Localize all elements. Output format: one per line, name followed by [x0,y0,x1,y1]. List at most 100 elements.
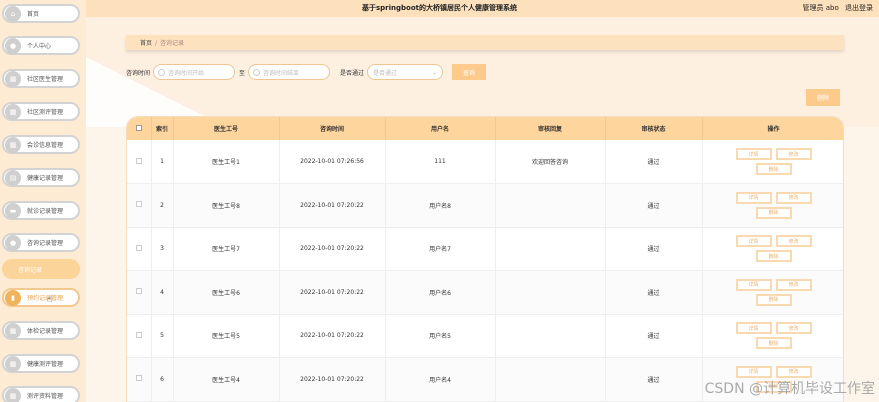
sidebar-item[interactable]: ▦ 体检记录管理 [2,321,80,340]
breadcrumb-current: 咨询记录 [160,40,185,47]
cell-status: 通过 [605,357,703,402]
mouse-cursor-icon: ☝ [47,295,53,305]
sidebar-item[interactable]: ▬ 就诊记录管理 [2,201,80,220]
sidebar-item[interactable]: ▦ 社区测评管理 [2,102,80,121]
cell-reply [495,314,606,358]
sidebar-item[interactable]: ● 个人中心 [2,36,80,55]
table-row: 1 医生工号1 2022-10-01 07:26:56 111 欢迎回答咨询 通过 详情 修改… [127,140,843,184]
row-checkbox[interactable] [127,227,152,271]
detail-button[interactable]: 详情 [735,365,772,378]
cell-actions: 详情 修改删除 [702,227,843,271]
user-group-icon: ● [5,234,21,251]
detail-button[interactable]: 详情 [735,322,772,335]
table-row: 3 医生工号7 2022-10-01 07:20:22 用户名7 通过 详情 修改 删除 [127,227,843,271]
delete-button[interactable]: 删除 [755,250,792,263]
detail-button[interactable]: 详情 [735,278,772,291]
row-checkbox[interactable] [127,270,152,315]
cell-reply: 欢迎回答咨询 [495,140,606,184]
sidebar-item[interactable]: ▮ 预约记录管理 [2,288,80,307]
user-icon: ● [5,37,21,54]
role-label: 管理员 abo [802,4,839,12]
edit-button[interactable]: 修改 [775,235,812,248]
breadcrumb-home[interactable]: 首页 [140,40,152,47]
delete-button[interactable]: 删除 [755,206,792,219]
start-time-placeholder: 咨询时间开始 [168,69,205,77]
sidebar-item-label: 体检记录管理 [27,328,64,335]
main-content: 首页 / 咨询记录 咨询时间 咨询时间开始 至 咨询时间结束 是否通过 是否通过 ⌄… [86,17,879,402]
sidebar-item[interactable]: ● 咨询记录管理 [2,233,80,252]
cell-time: 2022-10-01 07:20:22 [279,270,386,315]
cell-user: 用户名6 [385,270,496,315]
sidebar-item[interactable]: ⌂ 首页 [2,4,80,23]
records-table: 索引 医生工号 咨询时间 用户名 审核回复 审核状态 操作 1 医生工号1 2022… [126,116,844,402]
row-checkbox[interactable] [127,183,152,228]
cell-reply [495,183,606,228]
cell-user: 用户名5 [385,314,496,358]
end-time-input[interactable]: 咨询时间结束 [248,64,331,80]
breadcrumb: 首页 / 咨询记录 [126,35,844,50]
cell-time: 2022-10-01 07:20:22 [279,357,386,402]
cell-actions: 详情 修改删除 [702,314,843,358]
cell-index: 2 [151,183,174,228]
edit-button[interactable]: 修改 [775,191,812,204]
edit-button[interactable]: 修改 [775,148,812,160]
grid-icon: ▦ [5,387,21,402]
delete-button[interactable]: 删除 [755,293,792,306]
sidebar-item[interactable]: ▦ 会诊信息管理 [2,135,80,154]
column-header: 索引 [151,117,174,140]
cell-time: 2022-10-01 07:20:22 [279,227,386,271]
column-header: 审核回复 [495,117,606,140]
doctor-icon: ▦ [5,70,21,87]
cell-doctor: 医生工号1 [173,140,280,184]
sidebar-item-label: 预约记录管理 [27,295,64,302]
review-select[interactable]: 是否通过 ⌄ [367,64,444,80]
cell-doctor: 医生工号7 [173,227,280,271]
search-button[interactable]: 查询 [452,64,487,80]
cell-index: 3 [151,227,174,271]
cell-time: 2022-10-01 07:20:22 [279,183,386,228]
cell-status: 通过 [605,140,703,184]
row-checkbox[interactable] [127,357,152,402]
edit-button[interactable]: 修改 [775,322,812,335]
chevron-down-icon: ⌄ [432,68,438,76]
logout-link[interactable]: 退出登录 [845,4,873,12]
cell-reply [495,357,606,402]
select-all-checkbox[interactable] [127,117,152,140]
sidebar-item[interactable]: ▦ 社区医生管理 [2,69,80,88]
detail-button[interactable]: 详情 [735,235,772,248]
start-time-input[interactable]: 咨询时间开始 [153,64,236,80]
edit-button[interactable]: 修改 [775,365,812,378]
sidebar-item-label: 健康测评管理 [27,361,64,368]
sidebar-item-label: 社区医生管理 [27,76,64,83]
sidebar-item[interactable]: ▦ 测评资料管理 [2,386,80,402]
breadcrumb-separator: / [155,40,158,47]
sidebar-item[interactable]: ▦ 健康测评管理 [2,354,80,373]
cell-doctor: 医生工号6 [173,270,280,315]
cell-actions: 详情 修改删除 [702,140,843,184]
chat-icon: ▬ [5,202,21,219]
time-label: 咨询时间 [126,69,151,77]
cell-user: 111 [385,140,496,184]
row-checkbox[interactable] [127,314,152,358]
sidebar-item-label: 会诊信息管理 [27,142,64,149]
delete-button[interactable]: 删除 [755,337,792,350]
cell-user: 用户名4 [385,357,496,402]
sidebar-item-label: 个人中心 [27,43,52,50]
sidebar-subitem[interactable]: 咨询记录 [2,259,80,279]
edit-button[interactable]: 修改 [775,278,812,291]
app-title: 基于springboot的大桥镇居民个人健康管理系统 [362,4,517,12]
detail-button[interactable]: 详情 [735,148,772,160]
batch-delete-button[interactable]: 删除 [806,89,840,106]
row-checkbox[interactable] [127,140,152,184]
detail-button[interactable]: 详情 [735,191,772,204]
sidebar-item-label: 首页 [27,11,40,18]
top-bar: 基于springboot的大桥镇居民个人健康管理系统 管理员 abo 退出登录 [0,0,879,17]
cell-user: 用户名8 [385,183,496,228]
grid-icon: ▦ [5,136,21,153]
cell-reply [495,270,606,315]
sidebar-item[interactable]: ▤ 健康记录管理 [2,168,80,187]
delete-button[interactable]: 删除 [755,163,792,175]
cell-time: 2022-10-01 07:20:22 [279,314,386,358]
cell-index: 1 [151,140,174,184]
review-label: 是否通过 [340,69,365,77]
